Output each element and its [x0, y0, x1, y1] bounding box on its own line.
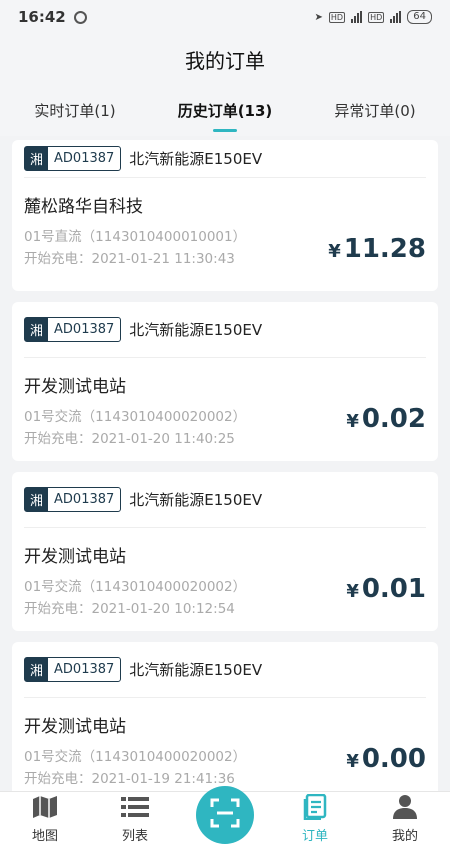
- hd-icon-2: HD: [368, 11, 385, 23]
- order-price: ¥0.00: [346, 744, 426, 774]
- plate-province: 湘: [25, 147, 49, 170]
- plate-number: AD01387: [54, 151, 115, 166]
- order-list[interactable]: 湘 AD01387 北汽新能源E150EV 麓松路华自科技 01号直流（1143…: [0, 136, 450, 791]
- currency-symbol: ¥: [346, 751, 359, 772]
- price-amount: 11.28: [343, 234, 426, 264]
- battery-icon: 64: [407, 10, 432, 24]
- price-amount: 0.02: [361, 404, 426, 434]
- signal-icon-2: [390, 11, 402, 23]
- order-tabs: 实时订单(1) 历史订单(13) 异常订单(0): [0, 84, 450, 136]
- hd-icon: HD: [328, 11, 346, 23]
- plate-number: AD01387: [54, 322, 115, 337]
- status-icons: ➤ HD HD 64: [314, 10, 432, 24]
- station-name: 开发测试电站: [24, 547, 126, 567]
- nav-orders-label: 订单: [301, 829, 328, 844]
- license-plate: 湘 AD01387: [24, 487, 122, 512]
- price-amount: 0.00: [361, 744, 426, 774]
- nav-list-label: 列表: [121, 829, 148, 844]
- nav-map-label: 地图: [31, 829, 58, 844]
- order-card[interactable]: 湘 AD01387 北汽新能源E150EV 麓松路华自科技 01号直流（1143…: [12, 140, 438, 291]
- page-title: 我的订单: [0, 34, 450, 84]
- user-icon: [392, 794, 418, 820]
- currency-symbol: ¥: [346, 581, 359, 602]
- plate-province: 湘: [25, 658, 49, 681]
- order-card[interactable]: 湘 AD01387 北汽新能源E150EV 开发测试电站 01号交流（11430…: [12, 302, 438, 461]
- plate-province: 湘: [25, 488, 49, 511]
- currency-symbol: ¥: [328, 241, 341, 262]
- order-card[interactable]: 湘 AD01387 北汽新能源E150EV 开发测试电站 01号交流（11430…: [12, 642, 438, 791]
- order-card[interactable]: 湘 AD01387 北汽新能源E150EV 开发测试电站 01号交流（11430…: [12, 472, 438, 631]
- location-icon: ➤: [314, 11, 323, 23]
- station-name: 麓松路华自科技: [24, 197, 143, 217]
- nav-list[interactable]: 列表: [90, 792, 180, 850]
- station-name: 开发测试电站: [24, 717, 126, 737]
- plate-province: 湘: [25, 318, 49, 341]
- tab-history[interactable]: 历史订单(13): [150, 84, 300, 136]
- scan-button[interactable]: [196, 786, 254, 844]
- plate-number: AD01387: [54, 492, 115, 507]
- scan-icon: [210, 798, 240, 832]
- tab-abnormal[interactable]: 异常订单(0): [300, 84, 450, 136]
- list-icon: [121, 794, 149, 820]
- license-plate: 湘 AD01387: [24, 146, 122, 171]
- order-price: ¥0.01: [346, 574, 426, 604]
- nav-profile[interactable]: 我的: [360, 792, 450, 850]
- nav-profile-label: 我的: [391, 829, 418, 844]
- plate-number: AD01387: [54, 662, 115, 677]
- status-bar: 16:42 ➤ HD HD 64: [0, 0, 450, 34]
- nav-map[interactable]: 地图: [0, 792, 90, 850]
- alarm-icon: [73, 10, 87, 24]
- vehicle-model: 北汽新能源E150EV: [129, 491, 263, 509]
- order-price: ¥11.28: [328, 234, 426, 264]
- order-icon: [303, 794, 327, 820]
- license-plate: 湘 AD01387: [24, 317, 122, 342]
- vehicle-model: 北汽新能源E150EV: [129, 661, 263, 679]
- price-amount: 0.01: [361, 574, 426, 604]
- currency-symbol: ¥: [346, 411, 359, 432]
- nav-orders[interactable]: 订单: [270, 792, 360, 850]
- tab-realtime[interactable]: 实时订单(1): [0, 84, 150, 136]
- station-name: 开发测试电站: [24, 377, 126, 397]
- license-plate: 湘 AD01387: [24, 657, 122, 682]
- signal-icon: [351, 11, 363, 23]
- vehicle-model: 北汽新能源E150EV: [129, 321, 263, 339]
- map-icon: [32, 794, 58, 820]
- order-price: ¥0.02: [346, 404, 426, 434]
- status-time: 16:42: [18, 8, 66, 26]
- vehicle-model: 北汽新能源E150EV: [129, 150, 263, 168]
